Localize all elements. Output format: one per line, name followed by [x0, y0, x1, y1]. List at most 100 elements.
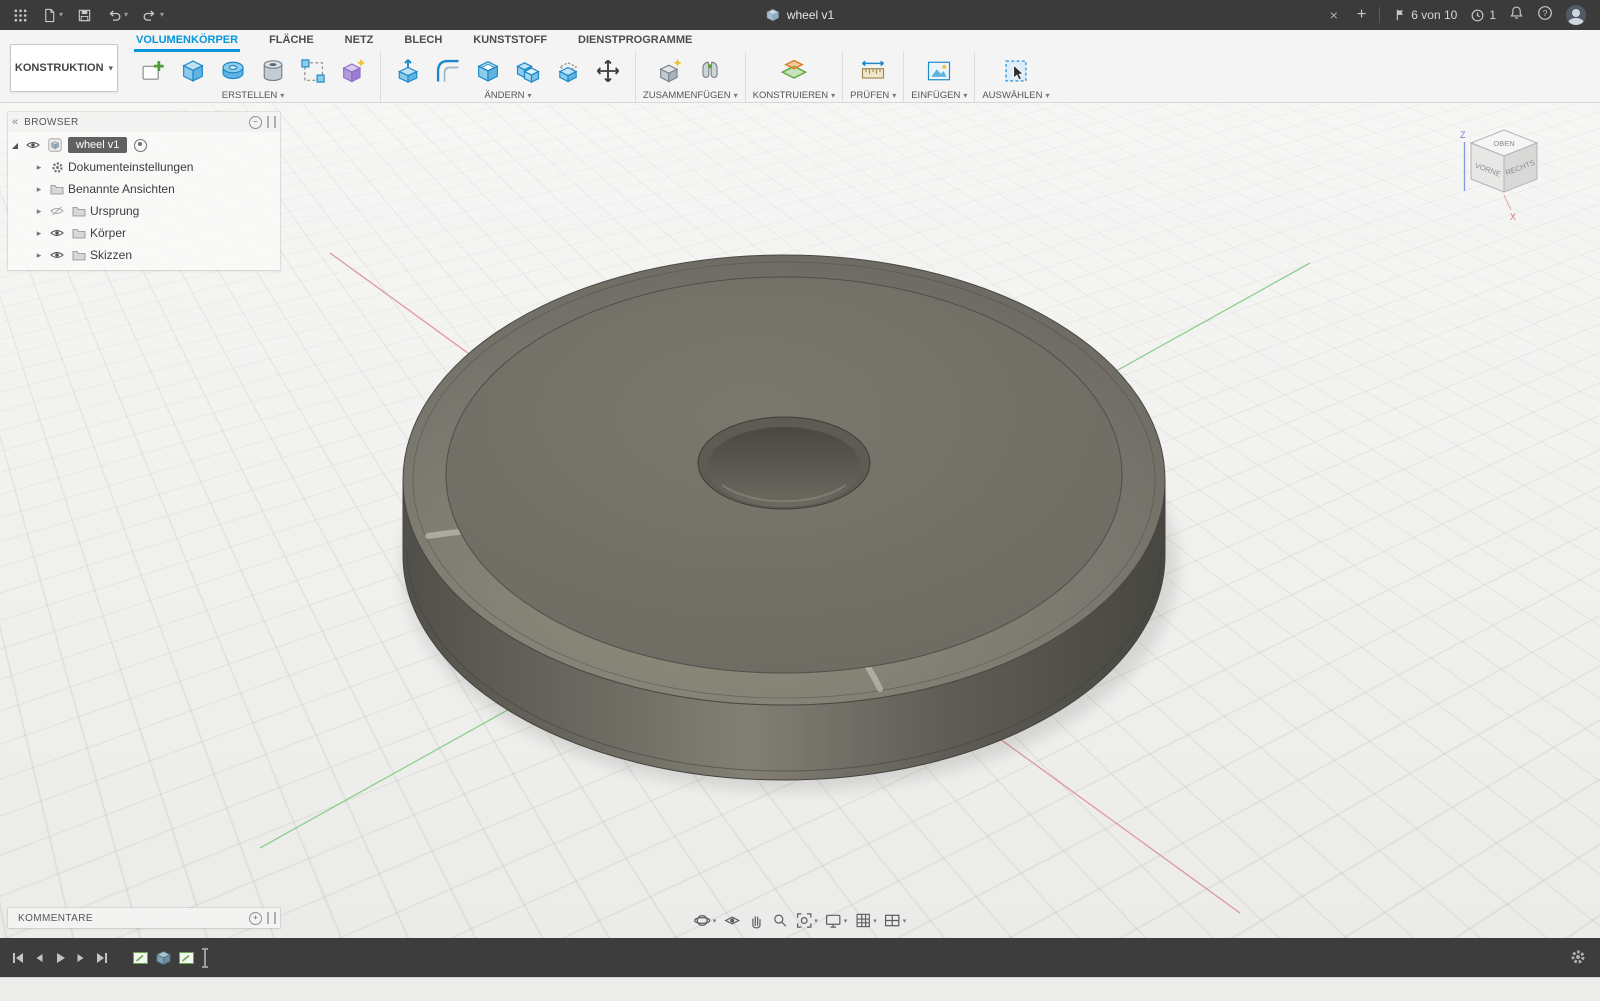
row-expander-icon[interactable]: ▸ — [32, 250, 46, 261]
timeline-sketch2-feature[interactable] — [178, 949, 195, 966]
step-forward-button[interactable] — [75, 952, 87, 964]
row-expander-icon[interactable]: ▸ — [32, 206, 46, 217]
create-sketch-button[interactable] — [133, 53, 173, 89]
fit-button[interactable]: ▾ — [795, 912, 818, 929]
file-menu-button[interactable]: ▾ — [37, 5, 68, 26]
tab-kunststoff[interactable]: KUNSTSTOFF — [471, 30, 549, 52]
tab-dienstprogramme[interactable]: DIENSTPROGRAMME — [576, 30, 694, 52]
undo-icon — [109, 10, 121, 21]
fillet-button[interactable] — [428, 53, 468, 89]
viewports-caret: ▾ — [902, 917, 907, 925]
comments-panel[interactable]: KOMMENTARE + — [8, 908, 280, 928]
browser-collapse-button[interactable]: « — [12, 116, 18, 128]
pattern-icon — [301, 58, 325, 83]
display-settings-button[interactable]: ▾ — [825, 912, 847, 929]
zoom-button[interactable] — [771, 912, 788, 929]
quota-indicator[interactable]: 6 von 10 — [1393, 8, 1457, 22]
comments-options-icon[interactable]: + — [249, 911, 262, 925]
browser-row-benannte-ansichten[interactable]: ▸ Benannte Ansichten — [8, 178, 280, 200]
document-tab[interactable]: wheel v1 — [766, 0, 834, 30]
root-visibility-toggle[interactable] — [22, 140, 44, 150]
hole-button[interactable] — [253, 53, 293, 89]
browser-row-skizzen[interactable]: ▸ Skizzen — [8, 244, 280, 266]
redo-button[interactable]: ▾ — [137, 4, 169, 26]
viewport-3d[interactable]: Z OBEN VORNE RECHTS X « BROWSER − ◢ whee… — [0, 103, 1600, 938]
tab-netz[interactable]: NETZ — [343, 30, 376, 52]
grid-snaps-button[interactable]: ▾ — [854, 912, 877, 929]
extrude-button[interactable] — [173, 53, 213, 89]
folder-icon-slot — [68, 250, 90, 261]
primitives-button[interactable] — [333, 53, 373, 89]
visibility-toggle[interactable] — [46, 228, 68, 238]
offset-face-button[interactable] — [548, 53, 588, 89]
notifications-button[interactable] — [1509, 5, 1524, 25]
tab-close-button[interactable]: × — [1330, 7, 1338, 23]
zusammenfuegen-dropdown[interactable]: ZUSAMMENFÜGEN ▾ — [643, 89, 738, 102]
tab-blech[interactable]: BLECH — [402, 30, 444, 52]
konstruieren-dropdown[interactable]: KONSTRUIEREN ▾ — [753, 89, 836, 102]
timeline-settings-gear-icon[interactable] — [1570, 949, 1586, 965]
viewports-button[interactable]: ▾ — [884, 912, 907, 929]
revolve-button[interactable] — [213, 53, 253, 89]
combine-button[interactable] — [508, 53, 548, 89]
comments-drag-grip[interactable] — [267, 912, 276, 924]
view-cube[interactable]: Z OBEN VORNE RECHTS X — [1458, 125, 1550, 223]
go-to-end-button[interactable] — [96, 952, 108, 964]
look-at-button[interactable] — [723, 912, 740, 929]
browser-root-label[interactable]: wheel v1 — [68, 137, 128, 153]
browser-row-dokumenteinstellungen[interactable]: ▸ Dokumenteinstellungen — [8, 156, 280, 178]
go-to-start-button[interactable] — [12, 952, 24, 964]
user-avatar[interactable] — [1566, 5, 1586, 25]
new-component-button[interactable] — [650, 53, 690, 89]
undo-button[interactable]: ▾ — [101, 4, 133, 26]
undo-caret[interactable]: ▾ — [124, 11, 128, 19]
step-back-button[interactable] — [33, 952, 45, 964]
einfuegen-dropdown[interactable]: EINFÜGEN ▾ — [911, 89, 967, 102]
timeline-extrude-feature[interactable] — [155, 949, 172, 966]
row-label: Benannte Ansichten — [68, 182, 175, 196]
workspace-selector[interactable]: KONSTRUKTION ▾ — [10, 44, 118, 92]
grid-icon — [856, 913, 870, 928]
app-grid-button[interactable] — [8, 5, 33, 26]
browser-row-koerper[interactable]: ▸ Körper — [8, 222, 280, 244]
pattern-button[interactable] — [293, 53, 333, 89]
tab-volumenkoerper[interactable]: VOLUMENKÖRPER — [134, 30, 241, 52]
job-status[interactable]: 1 — [1470, 8, 1496, 23]
pan-button[interactable] — [747, 912, 764, 929]
timeline-position-marker[interactable] — [202, 947, 208, 968]
browser-row-ursprung[interactable]: ▸ Ursprung — [8, 200, 280, 222]
row-expander-icon[interactable]: ▸ — [32, 162, 46, 173]
new-tab-button[interactable]: + — [1357, 6, 1366, 24]
orbit-button[interactable]: ▾ — [694, 912, 716, 929]
help-button[interactable]: ? — [1537, 5, 1553, 26]
joint-button[interactable] — [690, 53, 730, 89]
play-button[interactable] — [54, 952, 66, 964]
timeline-sketch1-feature[interactable] — [132, 949, 149, 966]
save-button[interactable] — [72, 5, 97, 26]
erstellen-dropdown[interactable]: ERSTELLEN ▾ — [222, 89, 284, 102]
aendern-dropdown[interactable]: ÄNDERN ▾ — [484, 89, 531, 102]
auswaehlen-dropdown[interactable]: AUSWÄHLEN ▾ — [982, 89, 1049, 102]
model-wheel[interactable] — [402, 254, 1178, 791]
pruefen-dropdown[interactable]: PRÜFEN ▾ — [850, 89, 896, 102]
row-expander-icon[interactable]: ▸ — [32, 228, 46, 239]
select-button[interactable] — [996, 53, 1036, 89]
press-pull-button[interactable] — [388, 53, 428, 89]
shell-button[interactable] — [468, 53, 508, 89]
measure-button[interactable] — [853, 53, 893, 89]
redo-caret[interactable]: ▾ — [160, 11, 164, 19]
move-button[interactable] — [588, 53, 628, 89]
visibility-toggle[interactable] — [46, 206, 68, 216]
ribbon-toolbar: KONSTRUKTION ▾ VOLUMENKÖRPER FLÄCHE NETZ… — [0, 30, 1600, 103]
visibility-toggle[interactable] — [46, 250, 68, 260]
eye-icon — [50, 252, 64, 258]
browser-options-icon[interactable]: − — [249, 115, 262, 129]
root-expander-icon[interactable]: ◢ — [8, 141, 22, 150]
browser-root-row[interactable]: ◢ wheel v1 — [8, 134, 280, 156]
canvas-button[interactable] — [919, 53, 959, 89]
row-expander-icon[interactable]: ▸ — [32, 184, 46, 195]
browser-drag-grip[interactable] — [267, 116, 276, 128]
construction-plane-button[interactable] — [774, 53, 814, 89]
tab-flaeche[interactable]: FLÄCHE — [267, 30, 316, 52]
activate-component-radio[interactable] — [134, 138, 148, 152]
